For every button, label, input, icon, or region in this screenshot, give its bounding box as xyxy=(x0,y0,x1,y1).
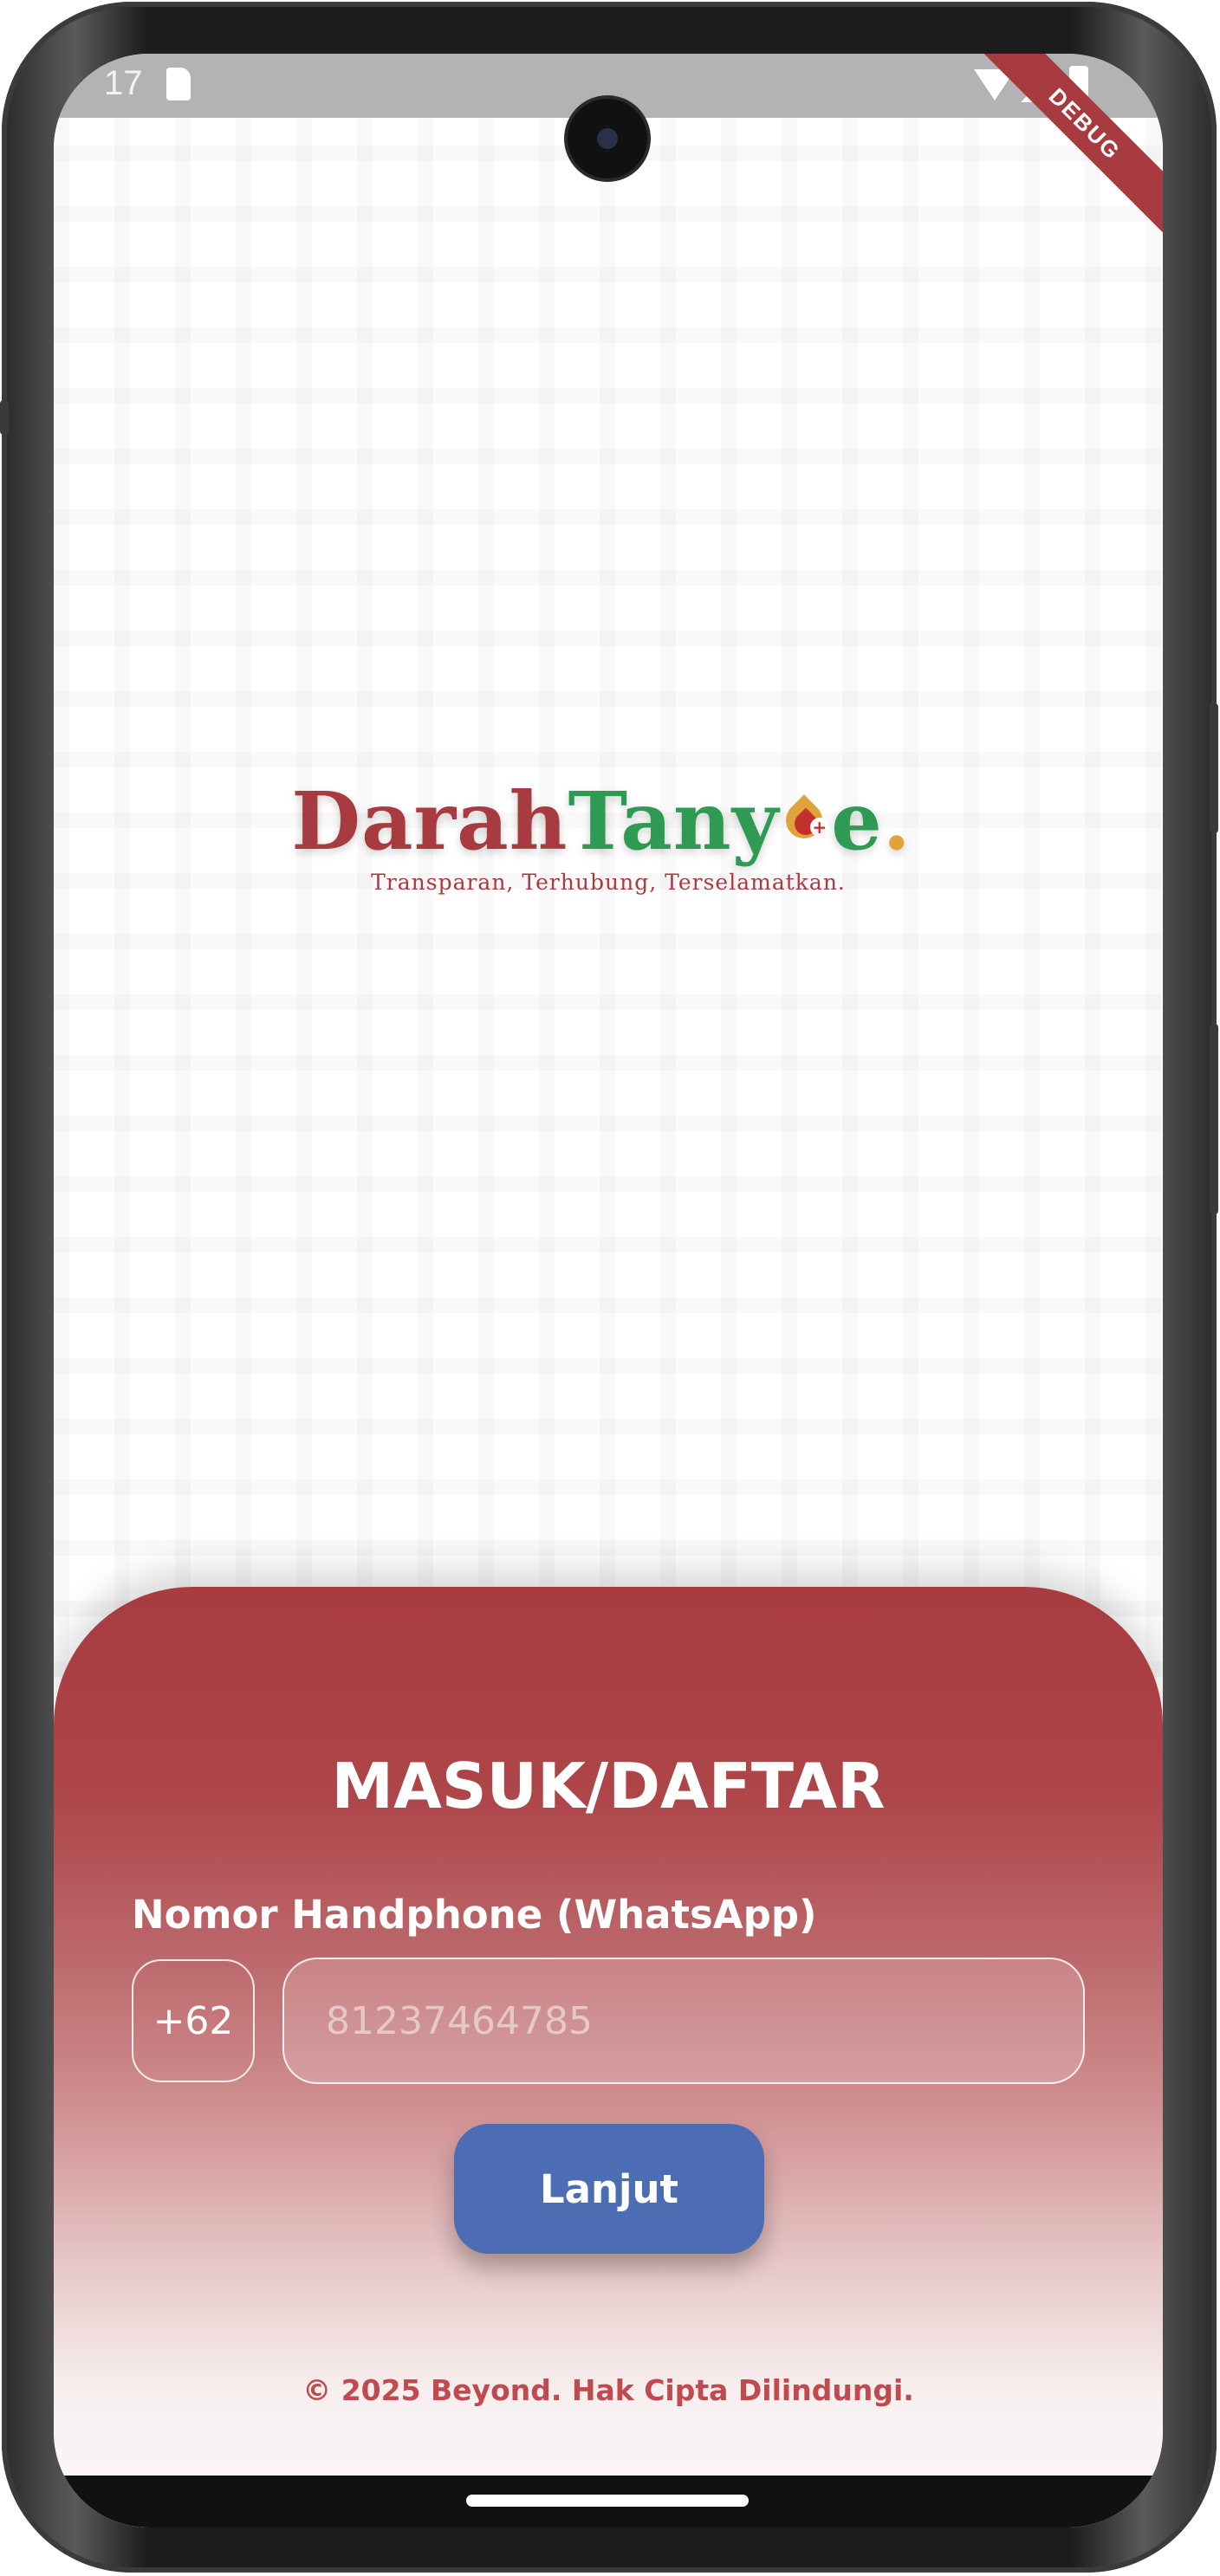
background-pattern xyxy=(54,118,1163,1677)
app-screen: 17 DEBUG Darah Tany + e . Transparan, Te… xyxy=(54,54,1163,2527)
login-card: MASUK/DAFTAR Nomor Handphone (WhatsApp) … xyxy=(54,1587,1163,2527)
logo-text-tany: Tany xyxy=(568,774,780,868)
logo-text-e: e xyxy=(831,774,883,868)
blood-drop-icon: + xyxy=(778,792,830,849)
phone-number-input[interactable] xyxy=(282,1958,1085,2084)
country-code-selector[interactable]: +62 xyxy=(132,1959,255,2082)
logo-dot: . xyxy=(882,774,912,868)
volume-up-button xyxy=(1210,703,1218,833)
copyright-text: © 2025 Beyond. Hak Cipta Dilindungi. xyxy=(302,2373,914,2407)
phone-number-label: Nomor Handphone (WhatsApp) xyxy=(132,1892,817,1938)
continue-button[interactable]: Lanjut xyxy=(454,2124,764,2254)
logo-text-darah: Darah xyxy=(291,774,568,868)
phone-frame: 17 DEBUG Darah Tany + e . Transparan, Te… xyxy=(0,2,1218,2573)
logo-tagline: Transparan, Terhubung, Terselamatkan. xyxy=(371,870,846,895)
page-title: MASUK/DAFTAR xyxy=(331,1750,886,1822)
volume-down-button xyxy=(1210,1024,1218,1214)
logo-wordmark: Darah Tany + e . xyxy=(291,774,912,868)
home-indicator[interactable] xyxy=(466,2495,749,2507)
front-camera xyxy=(568,99,647,178)
status-time: 17 xyxy=(104,64,143,102)
sd-card-icon xyxy=(166,68,191,100)
app-logo: Darah Tany + e . Transparan, Terhubung, … xyxy=(54,774,1163,895)
power-button xyxy=(0,400,9,435)
